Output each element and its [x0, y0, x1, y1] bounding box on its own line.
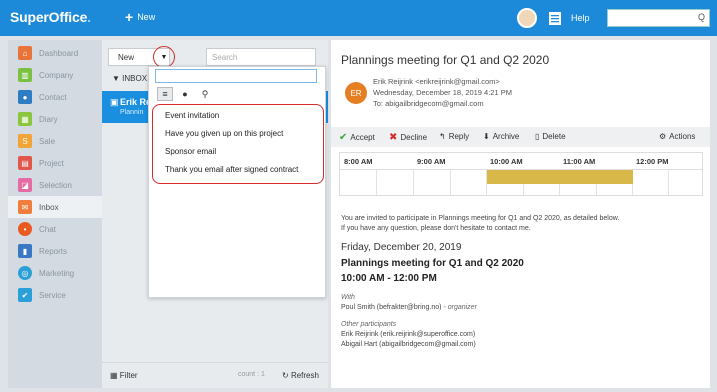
selection-icon: ◪	[18, 178, 32, 192]
inbox-folder[interactable]: ▼ INBOX	[112, 74, 147, 83]
diary-icon: ▦	[18, 112, 32, 126]
reply-button[interactable]: ↰ Reply	[439, 132, 469, 141]
sidebar-item-chat[interactable]: • Chat	[8, 218, 102, 240]
reading-pane: Plannings meeting for Q1 and Q2 2020 ER …	[331, 40, 710, 388]
sidebar-item-selection[interactable]: ◪ Selection	[8, 174, 102, 196]
sender[interactable]: Erik Reijrink <erikreijrink@gmail.com>	[373, 76, 512, 87]
list-footer: ▦ Filter count : 1 ↻ Refresh	[102, 362, 328, 388]
recipient: To: abigailbridgecom@gmail.com	[373, 99, 484, 108]
accept-button[interactable]: ✔ Accept	[339, 132, 375, 143]
list-view-icon[interactable]: ≡	[157, 87, 173, 101]
refresh-icon: ↻	[282, 371, 291, 380]
company-icon: ▥	[18, 68, 32, 82]
sidebar: ⌂ Dashboard ▥ Company ● Contact ▦ Diary S Sal…	[8, 40, 102, 388]
search-icon[interactable]: ⚲	[197, 87, 213, 101]
sidebar-item-diary[interactable]: ▦ Diary	[8, 108, 102, 130]
meeting-block[interactable]	[487, 170, 633, 184]
sidebar-item-marketing[interactable]: ◎ Marketing	[8, 262, 102, 284]
event-title: Plannings meeting for Q1 and Q2 2020	[341, 258, 524, 269]
trash-icon: ▯	[535, 132, 540, 141]
filter-button[interactable]: ▦ Filter	[110, 371, 138, 380]
grid-icon: ▦	[110, 371, 120, 380]
chat-icon: •	[18, 222, 32, 236]
time-label: 9:00 AM	[417, 157, 446, 166]
project-icon: ▤	[18, 156, 32, 170]
contact-icon: ●	[18, 90, 32, 104]
close-icon: ✖	[389, 132, 398, 143]
sidebar-item-company[interactable]: ▥ Company	[8, 64, 102, 86]
service-icon: ✔	[18, 288, 32, 302]
sale-icon: S	[18, 134, 32, 148]
archive-button[interactable]: ⬇ Archive	[483, 132, 519, 141]
time-label: 12:00 PM	[636, 157, 669, 166]
template-item[interactable]: Sponsor email	[165, 147, 216, 156]
day-timeline: 8:00 AM 9:00 AM 10:00 AM 11:00 AM 12:00 …	[339, 152, 703, 196]
template-dropdown: ≡ ● ⚲ Event invitation Have you given up…	[148, 66, 326, 298]
archive-icon: ⬇	[483, 132, 490, 141]
help-link[interactable]: Help	[571, 13, 590, 23]
template-search-input[interactable]	[155, 69, 317, 83]
dashboard-icon: ⌂	[18, 46, 32, 60]
template-item[interactable]: Event invitation	[165, 111, 219, 120]
app-logo[interactable]: SuperOffice.	[10, 9, 91, 25]
time-label: 10:00 AM	[490, 157, 523, 166]
delete-button[interactable]: ▯ Delete	[535, 132, 566, 141]
mail-header: Erik Reijrink <erikreijrink@gmail.com> W…	[373, 76, 512, 109]
action-bar: ✔ Accept ✖ Decline ↰ Reply ⬇ Archive ▯ Delete…	[331, 127, 710, 147]
user-avatar[interactable]	[517, 8, 537, 28]
list-search-input[interactable]: Search	[206, 48, 316, 66]
refresh-button[interactable]: ↻ Refresh	[282, 371, 319, 380]
clock-icon[interactable]: ●	[177, 87, 193, 101]
calendar-icon: ▣	[110, 97, 119, 107]
mail-date: Wednesday, December 18, 2019 4:21 PM	[373, 88, 512, 97]
others-label: Other participants	[341, 321, 397, 328]
participant: Abigail Hart (abigailbridgecom@gmail.com…	[341, 341, 476, 348]
with-label: With	[341, 294, 355, 301]
inbox-icon: ✉	[18, 200, 32, 214]
time-label: 11:00 AM	[563, 157, 596, 166]
notes-icon[interactable]	[546, 9, 564, 27]
actions-menu-button[interactable]: ⚙ Actions	[659, 132, 695, 141]
organizer: Poul Smith (befrakter@bring.no) - organi…	[341, 304, 477, 311]
item-count: count : 1	[238, 371, 265, 378]
template-item[interactable]: Thank you email after signed contract	[165, 165, 298, 174]
participant: Erik Reijrink (erik.reijrink@superoffice…	[341, 331, 476, 338]
sidebar-item-reports[interactable]: ▮ Reports	[8, 240, 102, 262]
sidebar-item-service[interactable]: ✔ Service	[8, 284, 102, 306]
sidebar-item-contact[interactable]: ● Contact	[8, 86, 102, 108]
marketing-icon: ◎	[18, 266, 32, 280]
event-date: Friday, December 20, 2019	[341, 242, 462, 253]
mail-body: You are invited to participate in Planni…	[341, 215, 620, 232]
top-bar: SuperOffice. + New Help Q	[0, 0, 717, 36]
global-new-button[interactable]: + New	[125, 9, 155, 25]
decline-button[interactable]: ✖ Decline	[389, 132, 427, 143]
sidebar-item-dashboard[interactable]: ⌂ Dashboard	[8, 42, 102, 64]
chevron-down-icon[interactable]: ▼	[153, 46, 175, 68]
sidebar-item-inbox[interactable]: ✉ Inbox	[8, 196, 102, 218]
search-icon: Q	[697, 12, 705, 22]
sidebar-item-project[interactable]: ▤ Project	[8, 152, 102, 174]
reply-icon: ↰	[439, 132, 446, 141]
template-item[interactable]: Have you given up on this project	[165, 129, 283, 138]
mail-subject: Plannings meeting for Q1 and Q2 2020	[341, 53, 550, 67]
gear-icon: ⚙	[659, 132, 667, 141]
new-dropdown-button[interactable]: New ▼	[108, 46, 175, 68]
sidebar-item-sale[interactable]: S Sale	[8, 130, 102, 152]
global-search-input[interactable]: Q	[607, 9, 710, 27]
sender-avatar: ER	[345, 82, 367, 104]
plus-icon: +	[125, 9, 134, 25]
reports-icon: ▮	[18, 244, 32, 258]
event-time: 10:00 AM - 12:00 PM	[341, 273, 437, 284]
time-label: 8:00 AM	[344, 157, 373, 166]
check-icon: ✔	[339, 132, 348, 143]
